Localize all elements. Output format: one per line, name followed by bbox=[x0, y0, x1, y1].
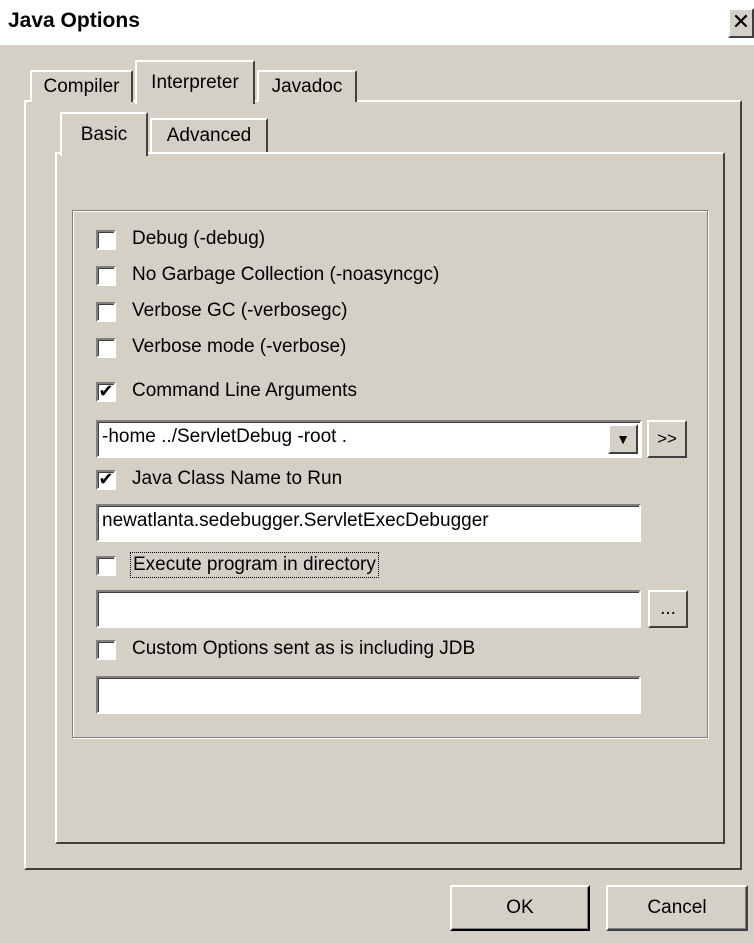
command-line-args-check-mark: ✔ bbox=[98, 381, 114, 401]
command-line-args-checkbox[interactable]: ✔ bbox=[96, 382, 116, 402]
command-line-args-value: -home ../ServletDebug -root . bbox=[102, 426, 347, 447]
tab-advanced[interactable]: Advanced bbox=[150, 118, 268, 152]
cancel-label: Cancel bbox=[647, 897, 707, 918]
verbose-mode-label: Verbose mode (-verbose) bbox=[132, 336, 347, 357]
browse-label: ... bbox=[660, 598, 676, 619]
ok-button[interactable]: OK bbox=[450, 885, 590, 931]
class-name-value: newatlanta.sedebugger.ServletExecDebugge… bbox=[102, 510, 489, 531]
verbose-gc-label: Verbose GC (-verbosegc) bbox=[132, 300, 348, 321]
command-line-args-combo[interactable]: -home ../ServletDebug -root . bbox=[96, 420, 642, 458]
custom-options-checkbox[interactable] bbox=[96, 640, 116, 660]
expand-args-label: >> bbox=[657, 429, 677, 448]
debug-label: Debug (-debug) bbox=[132, 228, 266, 249]
class-name-checkbox[interactable]: ✔ bbox=[96, 470, 116, 490]
combo-dropdown-button[interactable]: ▼ bbox=[608, 424, 638, 454]
tab-basic[interactable]: Basic bbox=[60, 112, 148, 156]
class-name-input[interactable]: newatlanta.sedebugger.ServletExecDebugge… bbox=[96, 504, 641, 542]
class-name-label: Java Class Name to Run bbox=[132, 468, 343, 489]
tab-compiler[interactable]: Compiler bbox=[30, 70, 133, 102]
chevron-down-icon: ▼ bbox=[616, 431, 630, 447]
custom-options-input[interactable] bbox=[96, 676, 641, 714]
close-button[interactable]: ✕ bbox=[728, 8, 754, 38]
tab-advanced-label: Advanced bbox=[166, 125, 252, 146]
tab-javadoc-label: Javadoc bbox=[271, 76, 343, 97]
ok-label: OK bbox=[506, 897, 534, 918]
verbose-gc-checkbox[interactable] bbox=[96, 302, 116, 322]
browse-button[interactable]: ... bbox=[648, 590, 688, 628]
command-line-args-label: Command Line Arguments bbox=[132, 380, 357, 401]
tab-interpreter[interactable]: Interpreter bbox=[135, 60, 255, 104]
verbose-mode-checkbox[interactable] bbox=[96, 338, 116, 358]
window-title: Java Options bbox=[8, 9, 140, 32]
tab-compiler-label: Compiler bbox=[43, 76, 120, 97]
no-gc-label: No Garbage Collection (-noasyncgc) bbox=[132, 264, 440, 285]
cancel-button[interactable]: Cancel bbox=[606, 885, 748, 931]
class-name-check-mark: ✔ bbox=[98, 469, 114, 489]
exec-dir-label: Execute program in directory bbox=[130, 552, 379, 578]
exec-dir-checkbox[interactable] bbox=[96, 556, 116, 576]
custom-options-label: Custom Options sent as is including JDB bbox=[132, 638, 476, 659]
close-icon: ✕ bbox=[731, 9, 751, 34]
expand-args-button[interactable]: >> bbox=[647, 420, 687, 458]
debug-checkbox[interactable] bbox=[96, 230, 116, 250]
tab-interpreter-label: Interpreter bbox=[151, 72, 239, 93]
tab-javadoc[interactable]: Javadoc bbox=[257, 70, 357, 102]
exec-dir-input[interactable] bbox=[96, 590, 641, 628]
no-gc-checkbox[interactable] bbox=[96, 266, 116, 286]
tab-basic-label: Basic bbox=[80, 124, 128, 145]
